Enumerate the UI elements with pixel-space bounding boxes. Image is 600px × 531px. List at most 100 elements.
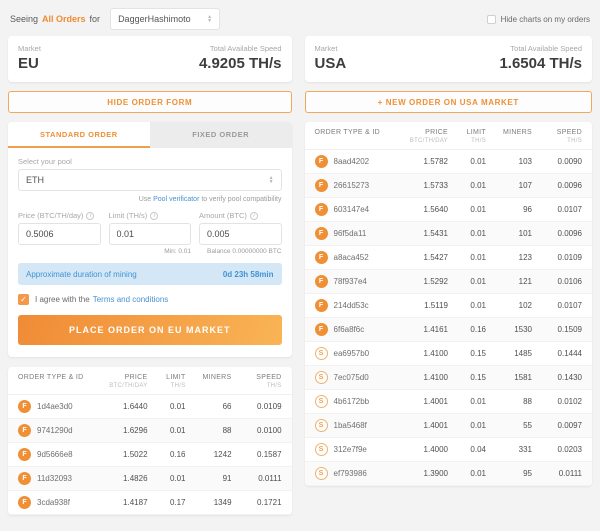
new-order-usa-button[interactable]: + NEW ORDER ON USA MARKET xyxy=(305,91,592,113)
fixed-order-icon: F xyxy=(315,323,328,336)
col-limit: LIMITTH/S xyxy=(448,129,486,144)
order-speed: 0.0102 xyxy=(532,397,582,406)
order-id: 3cda938f xyxy=(37,498,70,507)
standard-order-icon: S xyxy=(315,467,328,480)
order-id: 78f937e4 xyxy=(334,277,367,286)
balance-note: Balance 0.00000000 BTC xyxy=(199,248,282,255)
order-limit: 0.15 xyxy=(448,373,486,382)
eu-market-name: EU xyxy=(18,55,41,72)
order-limit: 0.01 xyxy=(448,229,486,238)
order-miners: 66 xyxy=(186,402,232,411)
order-price: 1.4100 xyxy=(398,373,448,382)
order-price: 1.5292 xyxy=(398,277,448,286)
terms-link[interactable]: Terms and conditions xyxy=(93,295,169,304)
order-miners: 331 xyxy=(486,445,532,454)
limit-info-icon[interactable]: i xyxy=(150,212,158,220)
limit-input[interactable] xyxy=(109,223,192,245)
usa-orders-table: ORDER TYPE & ID PRICEBTC/TH/DAY LIMITTH/… xyxy=(305,122,592,486)
order-speed: 0.0097 xyxy=(532,421,582,430)
order-table-row: S4b6172bb1.40010.01880.0102 xyxy=(305,390,592,414)
eu-market-column: Market EU Total Available Speed 4.9205 T… xyxy=(8,36,292,515)
order-limit: 0.01 xyxy=(448,157,486,166)
standard-order-icon: S xyxy=(315,395,328,408)
order-id: 1d4ae3d0 xyxy=(37,402,73,411)
duration-value: 0d 23h 58min xyxy=(223,270,274,279)
order-id: 1ba5468f xyxy=(334,421,367,430)
mining-duration-bar: Approximate duration of mining 0d 23h 58… xyxy=(18,263,282,285)
usa-table-header: ORDER TYPE & ID PRICEBTC/TH/DAY LIMITTH/… xyxy=(305,122,592,150)
algorithm-select[interactable]: DaggerHashimoto ▲▼ xyxy=(110,8,220,30)
order-speed: 0.0107 xyxy=(532,301,582,310)
order-miners: 88 xyxy=(486,397,532,406)
fixed-order-icon: F xyxy=(315,203,328,216)
amount-input[interactable] xyxy=(199,223,282,245)
order-speed: 0.0111 xyxy=(232,474,282,483)
order-table-row: S 7ec075d0 1.41000.1515810.1430 xyxy=(305,366,592,390)
usa-speed-label: Total Available Speed xyxy=(499,44,582,53)
col-miners: MINERS xyxy=(186,374,232,389)
order-id: 26615273 xyxy=(334,181,370,190)
amount-info-icon[interactable]: i xyxy=(250,212,258,220)
order-speed: 0.1721 xyxy=(232,498,282,507)
price-label: Price (BTC/TH/day)i xyxy=(18,211,101,220)
tab-fixed-order[interactable]: FIXED ORDER xyxy=(150,122,292,148)
pool-verificator-link[interactable]: Pool verificator xyxy=(153,196,199,203)
standard-order-icon: S xyxy=(315,443,328,456)
order-table-row: F78f937e41.52920.011210.0106 xyxy=(305,270,592,294)
price-info-icon[interactable]: i xyxy=(86,212,94,220)
fixed-order-icon: F xyxy=(315,227,328,240)
order-id: 6f6a8f6c xyxy=(334,325,365,334)
order-miners: 95 xyxy=(486,469,532,478)
order-speed: 0.0090 xyxy=(532,157,582,166)
order-limit: 0.01 xyxy=(148,402,186,411)
fixed-order-icon: F xyxy=(18,472,31,485)
col-order-type-id: ORDER TYPE & ID xyxy=(18,374,98,389)
pool-select[interactable]: ETH ▲▼ xyxy=(18,169,282,191)
order-id: 214dd53c xyxy=(334,301,369,310)
order-price: 1.4001 xyxy=(398,421,448,430)
order-limit: 0.01 xyxy=(448,421,486,430)
order-table-row: F9741290d1.62960.01880.0100 xyxy=(8,419,292,443)
order-miners: 1581 xyxy=(486,373,532,382)
eu-speed-value: 4.9205 TH/s xyxy=(199,55,282,72)
standard-order-icon: S xyxy=(315,371,328,384)
place-order-button[interactable]: PLACE ORDER ON EU MARKET xyxy=(18,315,282,345)
order-price: 1.4187 xyxy=(98,498,148,507)
order-table-row: F3cda938f1.41870.1713490.1721 xyxy=(8,491,292,515)
limit-min-note: Min: 0.01 xyxy=(109,248,192,255)
order-table-row: F214dd53c1.51190.011020.0107 xyxy=(305,294,592,318)
hide-charts-label: Hide charts on my orders xyxy=(501,15,590,24)
hide-order-form-button[interactable]: HIDE ORDER FORM xyxy=(8,91,292,113)
order-miners: 96 xyxy=(486,205,532,214)
order-price: 1.5119 xyxy=(398,301,448,310)
order-price: 1.4161 xyxy=(398,325,448,334)
order-id: 603147e4 xyxy=(334,205,370,214)
col-speed: SPEEDTH/S xyxy=(232,374,282,389)
order-table-row: F8aad42021.57820.011030.0090 xyxy=(305,150,592,174)
seeing-prefix: Seeing xyxy=(10,14,38,24)
select-arrows-icon: ▲▼ xyxy=(207,15,212,23)
algorithm-select-value: DaggerHashimoto xyxy=(118,14,191,24)
order-miners: 121 xyxy=(486,277,532,286)
order-price: 1.3900 xyxy=(398,469,448,478)
hide-charts-checkbox[interactable] xyxy=(487,15,496,24)
price-input[interactable] xyxy=(18,223,101,245)
eu-market-header-card: Market EU Total Available Speed 4.9205 T… xyxy=(8,36,292,82)
tab-standard-order[interactable]: STANDARD ORDER xyxy=(8,122,150,148)
fixed-order-icon: F xyxy=(315,179,328,192)
order-speed: 0.1430 xyxy=(532,373,582,382)
order-table-row: F1d4ae3d01.64400.01660.0109 xyxy=(8,395,292,419)
usa-speed-value: 1.6504 TH/s xyxy=(499,55,582,72)
order-limit: 0.16 xyxy=(148,450,186,459)
all-orders-link[interactable]: All Orders xyxy=(42,14,86,24)
order-price: 1.5022 xyxy=(98,450,148,459)
hide-charts-option[interactable]: Hide charts on my orders xyxy=(487,15,590,24)
fixed-order-icon: F xyxy=(18,496,31,509)
order-id: 7ec075d0 xyxy=(334,373,369,382)
seeing-suffix: for xyxy=(90,14,101,24)
order-id: 96f5da11 xyxy=(334,229,367,238)
order-table-row: S312e7f9e1.40000.043310.0203 xyxy=(305,438,592,462)
fixed-order-icon: F xyxy=(18,448,31,461)
terms-checkbox[interactable]: ✓ xyxy=(18,294,29,305)
order-price: 1.5733 xyxy=(398,181,448,190)
